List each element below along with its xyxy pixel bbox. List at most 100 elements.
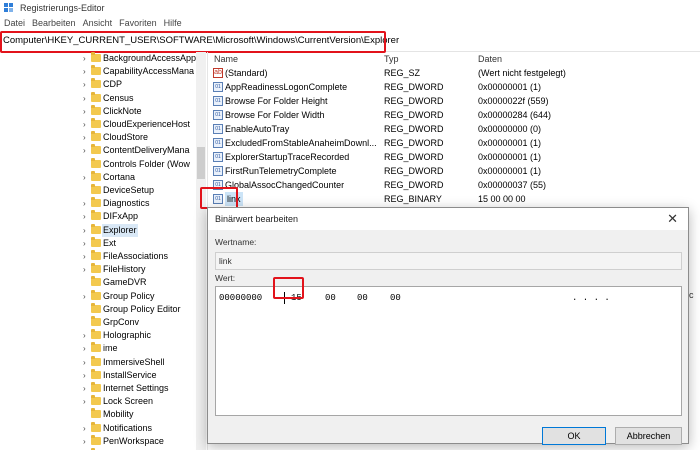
tree-item[interactable]: › Internet Settings	[0, 382, 207, 395]
tree-item-label: Census	[103, 92, 134, 103]
value-type: REG_DWORD	[384, 152, 444, 162]
tree-item[interactable]: › Lock Screen	[0, 395, 207, 408]
chevron-right-icon[interactable]: ›	[83, 105, 86, 118]
chevron-right-icon[interactable]: ›	[83, 382, 86, 395]
column-header-data[interactable]: Daten	[478, 52, 502, 66]
address-path[interactable]: Computer\HKEY_CURRENT_USER\SOFTWARE\Micr…	[3, 35, 399, 46]
menu-bearbeiten[interactable]: Bearbeiten	[32, 18, 76, 28]
chevron-right-icon[interactable]: ›	[83, 395, 86, 408]
value-row[interactable]: 01 FirstRunTelemetryComplete REG_DWORD 0x00…	[208, 164, 700, 178]
chevron-right-icon[interactable]: ›	[83, 224, 86, 237]
chevron-right-icon[interactable]: ›	[83, 422, 86, 435]
chevron-right-icon[interactable]: ›	[83, 369, 86, 382]
tree-item[interactable]: › ImmersiveShell	[0, 355, 207, 369]
tree-item[interactable]: › Group Policy	[0, 289, 207, 303]
tree-item[interactable]: › InstallService	[0, 368, 207, 382]
dialog-body: Wertname: link Wert: 00000000 15 00 00 0…	[208, 230, 688, 445]
close-icon[interactable]: ✕	[667, 211, 678, 227]
chevron-right-icon[interactable]: ›	[83, 92, 86, 105]
hex-byte[interactable]: 00	[357, 293, 368, 303]
value-row[interactable]: 01 AppReadinessLogonComplete REG_DWORD 0x00…	[208, 80, 700, 94]
chevron-right-icon[interactable]: ›	[83, 197, 86, 210]
value-name: GlobalAssocChangedCounter	[225, 180, 345, 190]
tree-item[interactable]: GrpConv	[0, 316, 207, 329]
value-data-label: Wert:	[215, 273, 236, 283]
chevron-right-icon[interactable]: ›	[83, 342, 86, 355]
chevron-right-icon[interactable]: ›	[83, 65, 86, 78]
tree-item[interactable]: › Holographic	[0, 329, 207, 342]
chevron-right-icon[interactable]: ›	[83, 263, 86, 276]
chevron-right-icon[interactable]: ›	[83, 356, 86, 369]
cancel-button[interactable]: Abbrechen	[615, 427, 682, 445]
tree-item[interactable]: Controls Folder (Wow	[0, 157, 207, 171]
tree-item[interactable]: › FileAssociations	[0, 250, 207, 263]
tree-item[interactable]: › FileHistory	[0, 263, 207, 276]
value-row[interactable]: 01 EnableAutoTray REG_DWORD 0x00000000 (0)	[208, 122, 700, 136]
value-row[interactable]: ab (Standard) REG_SZ (Wert nicht festgelegt…	[208, 66, 700, 80]
tree-item[interactable]: › PenWorkspace	[0, 434, 207, 448]
tree-item[interactable]: › Census	[0, 91, 207, 105]
tree-item[interactable]: › Ext	[0, 236, 207, 250]
column-header-name[interactable]: Name	[214, 52, 238, 66]
chevron-right-icon[interactable]: ›	[83, 237, 86, 250]
value-row[interactable]: 01 Browse For Folder Height REG_DWORD 0x000…	[208, 94, 700, 108]
hex-byte[interactable]: 15	[291, 293, 302, 303]
column-header-type[interactable]: Typ	[384, 52, 399, 66]
ok-button[interactable]: OK	[542, 427, 606, 445]
menu-bar: Datei Bearbeiten Ansicht Favoriten Hilfe	[0, 16, 700, 30]
value-name: FirstRunTelemetryComplete	[225, 166, 337, 176]
folder-icon	[91, 263, 101, 274]
string-value-icon: ab	[213, 68, 223, 78]
tree-item-label: CDP	[103, 79, 123, 90]
tree-item[interactable]: GameDVR	[0, 276, 207, 289]
chevron-right-icon[interactable]: ›	[83, 435, 86, 448]
tree-item[interactable]: › CloudStore	[0, 131, 207, 144]
value-row[interactable]: 01 ExcludedFromStableAnaheimDownl... REG_D…	[208, 136, 700, 150]
tree-item-label: ImmersiveShell	[103, 356, 165, 367]
tree-item[interactable]: Group Policy Editor	[0, 302, 207, 316]
tree-item[interactable]: › CloudExperienceHost	[0, 118, 207, 131]
menu-ansicht[interactable]: Ansicht	[83, 18, 113, 28]
chevron-right-icon[interactable]: ›	[83, 52, 86, 65]
hex-byte[interactable]: 00	[390, 293, 401, 303]
chevron-right-icon[interactable]: ›	[83, 118, 86, 131]
tree-item[interactable]: › ime	[0, 342, 207, 355]
chevron-right-icon[interactable]: ›	[83, 329, 86, 342]
tree-item[interactable]: DeviceSetup	[0, 184, 207, 197]
folder-icon	[91, 329, 101, 340]
tree-item[interactable]: › CDP	[0, 78, 207, 91]
tree-item-label: FileHistory	[103, 264, 146, 275]
tree-item[interactable]: › Notifications	[0, 421, 207, 435]
tree-item[interactable]: › Diagnostics	[0, 197, 207, 210]
tree-item[interactable]: › BackgroundAccessApp	[0, 52, 207, 65]
value-data: 0x00000284 (644)	[478, 110, 552, 120]
menu-favoriten[interactable]: Favoriten	[119, 18, 157, 28]
tree-item[interactable]: › CapabilityAccessMana	[0, 65, 207, 78]
chevron-right-icon[interactable]: ›	[83, 250, 86, 263]
address-bar[interactable]: Computer\HKEY_CURRENT_USER\SOFTWARE\Micr…	[0, 31, 700, 52]
value-row[interactable]: 01 ExplorerStartupTraceRecorded REG_DWORD 0…	[208, 150, 700, 164]
scrollbar-thumb[interactable]	[197, 147, 205, 179]
truncated-value-fragment: c	[689, 290, 694, 300]
hex-editor[interactable]: 00000000 15 00 00 00 . . . .	[215, 286, 682, 416]
tree-scrollbar[interactable]	[196, 52, 206, 450]
tree-item[interactable]: › DIFxApp	[0, 210, 207, 223]
menu-hilfe[interactable]: Hilfe	[164, 18, 182, 28]
value-row[interactable]: 01 link REG_BINARY 15 00 00 00	[208, 192, 700, 206]
value-row[interactable]: 01 GlobalAssocChangedCounter REG_DWORD 0x00…	[208, 178, 700, 192]
tree-item[interactable]: › ContentDeliveryMana	[0, 144, 207, 157]
chevron-right-icon[interactable]: ›	[83, 171, 86, 184]
key-tree[interactable]: › BackgroundAccessApp › CapabilityAccessMan…	[0, 52, 208, 450]
chevron-right-icon[interactable]: ›	[83, 131, 86, 144]
tree-item[interactable]: › Cortana	[0, 170, 207, 184]
tree-item[interactable]: Mobility	[0, 408, 207, 421]
tree-item[interactable]: › Explorer	[0, 223, 207, 237]
chevron-right-icon[interactable]: ›	[83, 290, 86, 303]
chevron-right-icon[interactable]: ›	[83, 144, 86, 157]
menu-datei[interactable]: Datei	[4, 18, 25, 28]
hex-byte[interactable]: 00	[325, 293, 336, 303]
value-row[interactable]: 01 Browse For Folder Width REG_DWORD 0x0000…	[208, 108, 700, 122]
chevron-right-icon[interactable]: ›	[83, 210, 86, 223]
chevron-right-icon[interactable]: ›	[83, 78, 86, 91]
tree-item[interactable]: › ClickNote	[0, 104, 207, 118]
